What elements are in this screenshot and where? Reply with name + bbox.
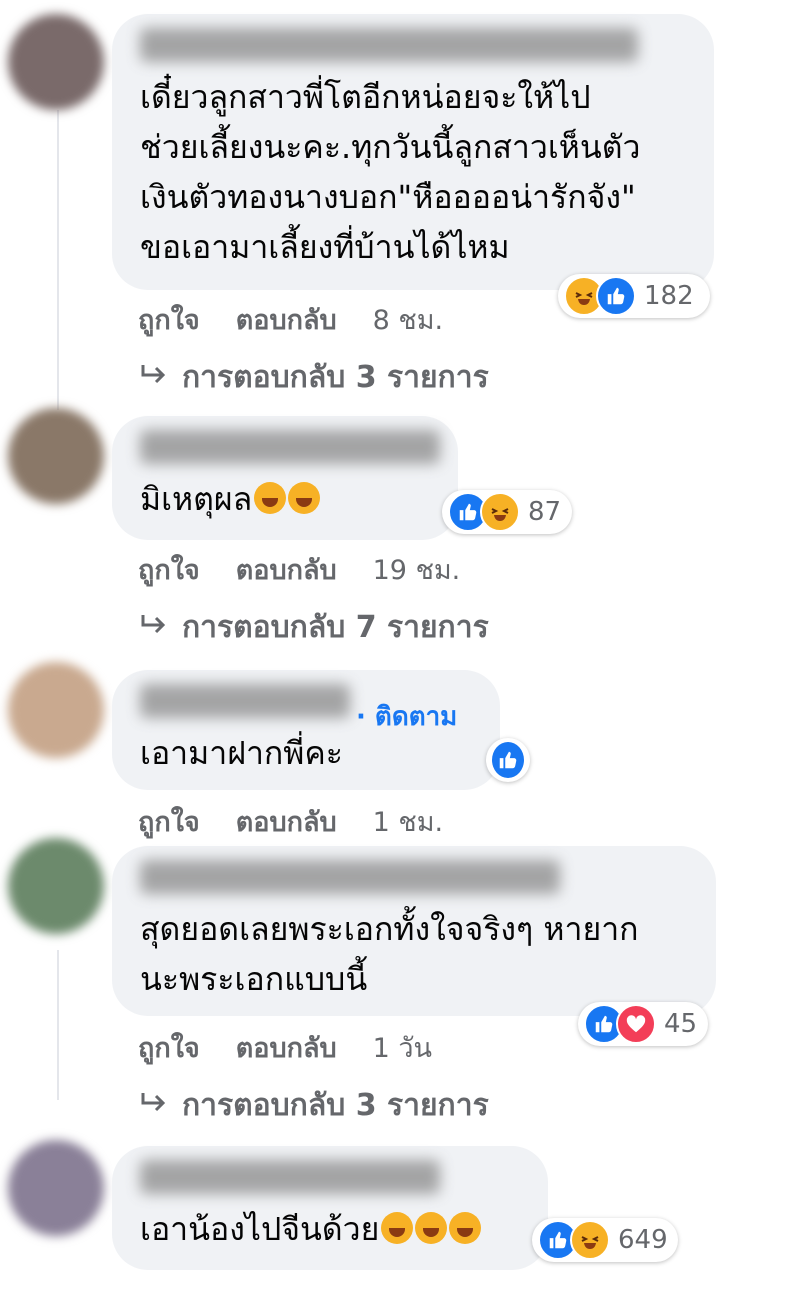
comment-bubble: สุดยอดเลยพระเอกทั้งใจจริงๆ หายาก นะพระเอ… bbox=[112, 846, 716, 1016]
comment-actions: ถูกใจ ตอบกลับ 8 ชม. bbox=[138, 298, 443, 341]
comment-actions: ถูกใจ ตอบกลับ 1 ชม. bbox=[138, 800, 443, 843]
comment-bubble: เอาน้องไปจีนด้วย bbox=[112, 1146, 548, 1270]
view-replies[interactable]: การตอบกลับ 7 รายการ bbox=[140, 604, 489, 651]
reply-arrow-icon bbox=[140, 610, 168, 645]
love-icon bbox=[616, 1004, 656, 1044]
comment-text-row: เอาน้องไปจีนด้วย bbox=[140, 1204, 520, 1254]
rofl-emoji bbox=[254, 482, 287, 514]
joy-emoji bbox=[381, 1212, 414, 1244]
comment-bubble: มิเหตุผล bbox=[112, 416, 458, 540]
rofl-emoji bbox=[288, 482, 321, 514]
like-action[interactable]: ถูกใจ bbox=[138, 800, 200, 843]
comment-time[interactable]: 8 ชม. bbox=[373, 298, 443, 341]
joy-emoji bbox=[449, 1212, 482, 1244]
commenter-name[interactable] bbox=[140, 860, 560, 894]
comment-time[interactable]: 19 ชม. bbox=[373, 548, 461, 591]
comment-text-row: มิเหตุผล bbox=[140, 474, 430, 524]
like-action[interactable]: ถูกใจ bbox=[138, 298, 200, 341]
commenter-name[interactable] bbox=[140, 430, 440, 464]
view-replies[interactable]: การตอบกลับ 3 รายการ bbox=[140, 1082, 489, 1129]
view-replies-label: การตอบกลับ 7 รายการ bbox=[182, 610, 489, 645]
reaction-count: 649 bbox=[618, 1225, 668, 1255]
reaction-summary[interactable] bbox=[486, 738, 530, 782]
like-action[interactable]: ถูกใจ bbox=[138, 1026, 200, 1069]
joy-emoji bbox=[415, 1212, 448, 1244]
avatar[interactable] bbox=[8, 838, 104, 934]
avatar[interactable] bbox=[8, 408, 104, 504]
reply-action[interactable]: ตอบกลับ bbox=[236, 298, 337, 341]
reaction-summary[interactable]: 87 bbox=[442, 490, 572, 534]
comment-text: มิเหตุผล bbox=[140, 480, 253, 518]
view-replies[interactable]: การตอบกลับ 3 รายการ bbox=[140, 354, 489, 401]
avatar[interactable] bbox=[8, 1140, 104, 1236]
reaction-count: 87 bbox=[528, 497, 562, 527]
reply-action[interactable]: ตอบกลับ bbox=[236, 800, 337, 843]
like-action[interactable]: ถูกใจ bbox=[138, 548, 200, 591]
avatar[interactable] bbox=[8, 14, 104, 110]
reaction-count: 182 bbox=[644, 281, 694, 311]
thread-line bbox=[57, 110, 59, 410]
comment-text: สุดยอดเลยพระเอกทั้งใจจริงๆ หายาก นะพระเอ… bbox=[140, 910, 639, 998]
commenter-name[interactable] bbox=[140, 28, 638, 62]
like-icon bbox=[596, 276, 636, 316]
reaction-summary[interactable]: 649 bbox=[532, 1218, 678, 1262]
view-replies-label: การตอบกลับ 3 รายการ bbox=[182, 360, 489, 395]
commenter-name[interactable] bbox=[140, 684, 350, 718]
reply-arrow-icon bbox=[140, 1088, 168, 1123]
haha-icon bbox=[480, 492, 520, 532]
reaction-count: 45 bbox=[664, 1009, 698, 1039]
follow-button[interactable]: · ติดตาม bbox=[356, 696, 457, 737]
reply-action[interactable]: ตอบกลับ bbox=[236, 1026, 337, 1069]
reply-arrow-icon bbox=[140, 360, 168, 395]
like-icon bbox=[490, 740, 526, 780]
comment-text: เดี๋ยวลูกสาวพี่โตอีกหน่อยจะให้ไป ช่วยเลี… bbox=[140, 78, 641, 266]
reaction-summary[interactable]: 45 bbox=[578, 1002, 708, 1046]
avatar[interactable] bbox=[8, 662, 104, 758]
reaction-summary[interactable]: 182 bbox=[558, 274, 710, 318]
reply-action[interactable]: ตอบกลับ bbox=[236, 548, 337, 591]
comment-actions: ถูกใจ ตอบกลับ 19 ชม. bbox=[138, 548, 460, 591]
comment-actions: ถูกใจ ตอบกลับ 1 วัน bbox=[138, 1026, 432, 1069]
commenter-name[interactable] bbox=[140, 1160, 440, 1194]
haha-icon bbox=[570, 1220, 610, 1260]
view-replies-label: การตอบกลับ 3 รายการ bbox=[182, 1088, 489, 1123]
comment-text: เอาน้องไปจีนด้วย bbox=[140, 1210, 380, 1248]
comment-time[interactable]: 1 วัน bbox=[373, 1026, 432, 1069]
thread-line bbox=[57, 950, 59, 1100]
comment-bubble: เดี๋ยวลูกสาวพี่โตอีกหน่อยจะให้ไป ช่วยเลี… bbox=[112, 14, 714, 290]
comment-time[interactable]: 1 ชม. bbox=[373, 800, 443, 843]
